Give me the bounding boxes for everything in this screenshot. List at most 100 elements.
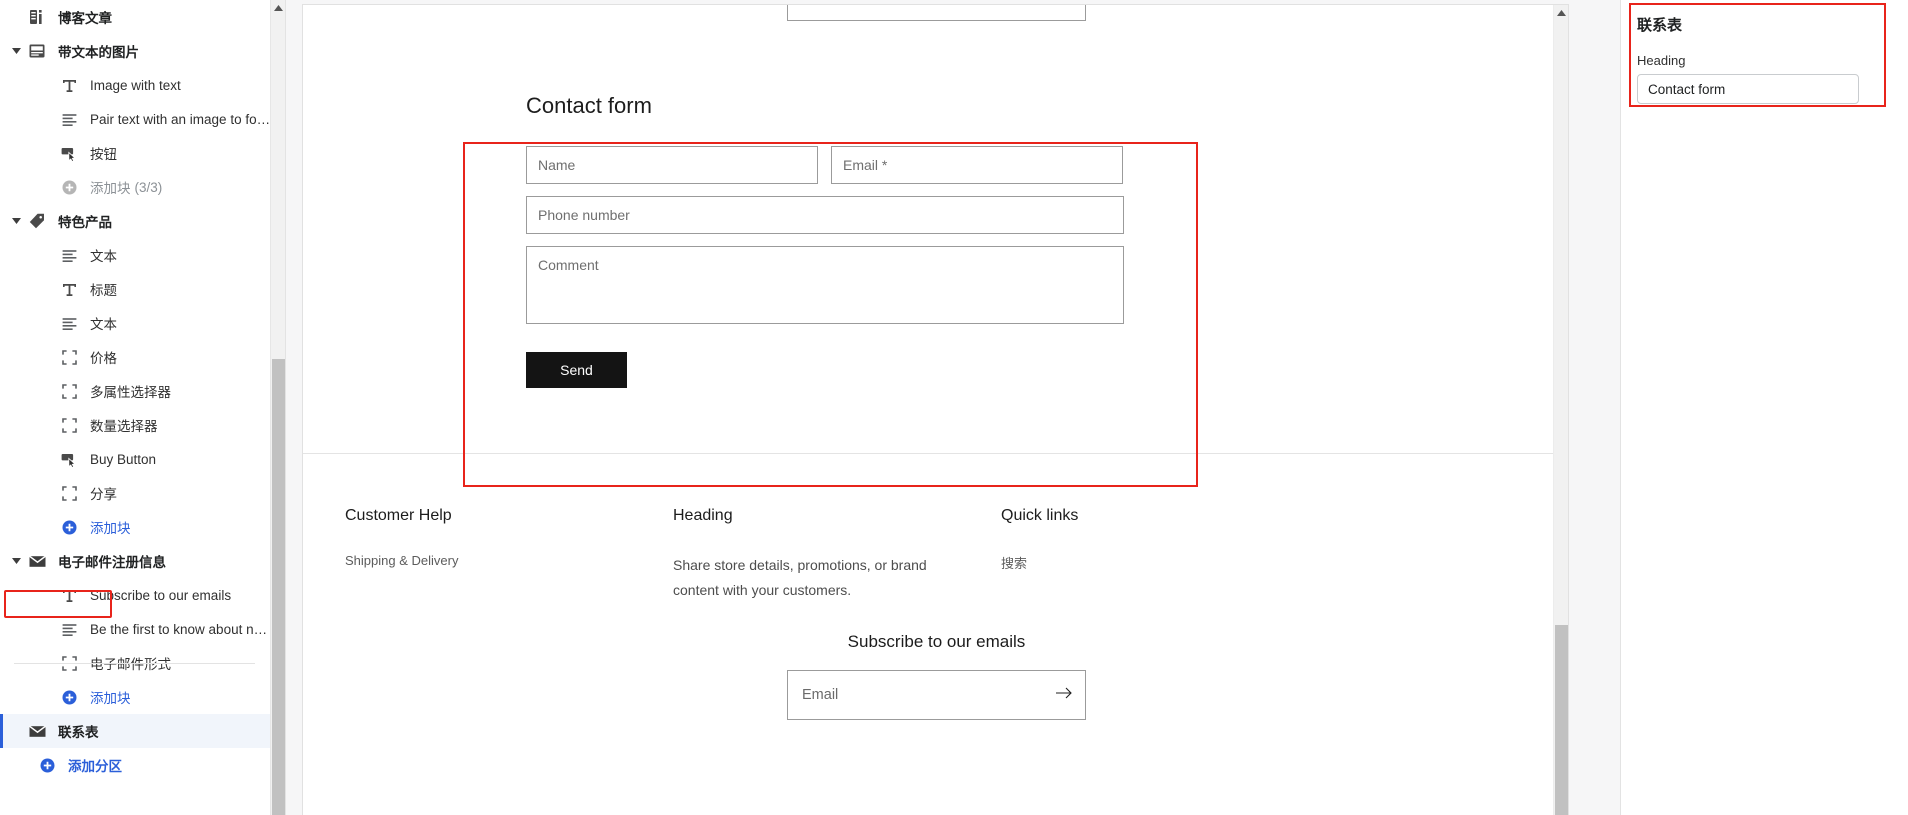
sidebar-item-7[interactable]: 文本 [0, 238, 272, 272]
sidebar-item-label: 标题 [90, 283, 117, 298]
paragraph-text-icon [58, 108, 80, 130]
heading-text-icon [58, 278, 80, 300]
footer-subscribe-row: Email [303, 670, 1568, 720]
footer-columns: Customer Help Shipping & Delivery Headin… [303, 475, 1568, 602]
sidebar-item-15[interactable]: 添加块 [0, 510, 272, 544]
footer-newsletter-email-input[interactable]: Email [787, 670, 1086, 720]
sidebar-item-label: 联系表 [58, 725, 99, 740]
sidebar-item-label: 分享 [90, 487, 117, 502]
sidebar-item-5[interactable]: 添加块 (3/3) [0, 170, 272, 204]
button-cursor-icon [58, 448, 80, 470]
sidebar-item-4[interactable]: 按钮 [0, 136, 272, 170]
preview-canvas-area: Email Contact form Name [286, 0, 1620, 815]
sidebar-scroll-thumb[interactable] [272, 359, 285, 815]
image-with-text-icon [26, 40, 48, 62]
add-circle-blue-icon [36, 754, 58, 776]
sidebar-item-count: (3/3) [134, 179, 163, 195]
caret-spacer [8, 714, 24, 748]
placeholder-block-icon [58, 414, 80, 436]
footer-link-shipping-delivery[interactable]: Shipping & Delivery [345, 553, 673, 568]
scroll-up-arrow-icon[interactable] [1554, 5, 1568, 20]
footer-newsletter-email-placeholder: Email [802, 687, 839, 703]
sidebar-item-label: 添加分区 [68, 759, 122, 774]
name-email-row: Name Email * [526, 146, 1124, 184]
sidebar-item-1[interactable]: 带文本的图片 [0, 34, 272, 68]
sidebar-item-0[interactable]: 博客文章 [0, 0, 272, 34]
sidebar-item-20[interactable]: 添加块 [0, 680, 272, 714]
heading-field-input[interactable]: Contact form [1637, 74, 1859, 104]
sidebar-item-label: 添加块 [90, 181, 131, 196]
phone-row: Phone number [526, 196, 1124, 234]
preview-scroll-thumb[interactable] [1555, 625, 1568, 815]
sections-sidebar: 博客文章带文本的图片 Image with text Pair text with … [0, 0, 286, 815]
comment-placeholder: Comment [538, 257, 599, 273]
envelope-icon [26, 550, 48, 572]
sidebar-item-9[interactable]: 文本 [0, 306, 272, 340]
scroll-up-arrow-icon[interactable] [271, 0, 285, 15]
sections-list: 博客文章带文本的图片 Image with text Pair text with … [0, 0, 272, 782]
sidebar-item-label: Pair text with an image to foc... [90, 111, 272, 127]
blog-post-icon [26, 6, 48, 28]
preview-scrollbar[interactable] [1553, 5, 1568, 815]
sidebar-divider [14, 663, 255, 664]
add-circle-blue-icon [58, 686, 80, 708]
send-button-label: Send [560, 362, 593, 378]
sidebar-item-6[interactable]: 特色产品 [0, 204, 272, 238]
footer-link-search[interactable]: 搜索 [1001, 553, 1329, 572]
storefront-footer: Customer Help Shipping & Delivery Headin… [303, 475, 1568, 720]
arrow-right-icon[interactable] [1056, 686, 1073, 704]
contact-form-section: Contact form Name Email * Phone number C… [303, 60, 1568, 487]
footer-col2-heading: Heading [673, 507, 733, 524]
heading-text-icon [58, 584, 80, 606]
phone-placeholder: Phone number [538, 207, 630, 223]
footer-column-heading: Heading Share store details, promotions,… [673, 507, 1001, 602]
name-placeholder: Name [538, 157, 576, 173]
sidebar-item-label: 按钮 [90, 147, 117, 162]
tag-icon [26, 210, 48, 232]
sidebar-item-label: Subscribe to our emails [90, 587, 232, 603]
sidebar-item-18[interactable]: Be the first to know about ne... [0, 612, 272, 646]
sidebar-item-14[interactable]: 分享 [0, 476, 272, 510]
placeholder-block-icon [58, 346, 80, 368]
sidebar-item-label: 文本 [90, 317, 117, 332]
heading-field-label: Heading [1637, 53, 1686, 68]
sidebar-item-3[interactable]: Pair text with an image to foc... [0, 102, 272, 136]
sidebar-scrollbar[interactable] [270, 0, 285, 815]
sidebar-item-11[interactable]: 多属性选择器 [0, 374, 272, 408]
name-input[interactable]: Name [526, 146, 818, 184]
footer-col3-heading: Quick links [1001, 507, 1079, 524]
heading-text-icon [58, 74, 80, 96]
footer-subscribe-title: Subscribe to our emails [847, 632, 1026, 651]
comment-textarea[interactable]: Comment [526, 246, 1124, 324]
sidebar-item-label: 添加块 [90, 521, 131, 536]
section-divider [303, 453, 1568, 454]
arrow-right-icon[interactable] [1056, 4, 1073, 5]
sidebar-item-label: 博客文章 [58, 11, 112, 26]
sidebar-item-17[interactable]: Subscribe to our emails [0, 578, 272, 612]
sidebar-item-8[interactable]: 标题 [0, 272, 272, 306]
chevron-down-icon[interactable] [8, 204, 24, 238]
sidebar-item-label: 带文本的图片 [58, 45, 139, 60]
caret-spacer [8, 0, 24, 34]
top-newsletter-email-input[interactable]: Email [787, 4, 1086, 21]
storefront-preview: Email Contact form Name [303, 4, 1568, 815]
sidebar-item-label: Be the first to know about ne... [90, 621, 272, 637]
sidebar-item-10[interactable]: 价格 [0, 340, 272, 374]
chevron-down-icon[interactable] [8, 34, 24, 68]
send-button[interactable]: Send [526, 352, 627, 388]
phone-input[interactable]: Phone number [526, 196, 1124, 234]
contact-form-title: Contact form [526, 93, 652, 118]
sidebar-item-label: 多属性选择器 [90, 385, 171, 400]
sidebar-item-2[interactable]: Image with text [0, 68, 272, 102]
sidebar-item-13[interactable]: Buy Button [0, 442, 272, 476]
sidebar-item-21[interactable]: 联系表 [0, 714, 272, 748]
add-circle-icon [58, 176, 80, 198]
paragraph-text-icon [58, 618, 80, 640]
sidebar-item-16[interactable]: 电子邮件注册信息 [0, 544, 272, 578]
email-input[interactable]: Email * [831, 146, 1123, 184]
chevron-down-icon[interactable] [8, 544, 24, 578]
footer-col1-heading: Customer Help [345, 507, 452, 524]
sidebar-item-12[interactable]: 数量选择器 [0, 408, 272, 442]
sidebar-item-22[interactable]: 添加分区 [0, 748, 272, 782]
sidebar-item-label: 文本 [90, 249, 117, 264]
